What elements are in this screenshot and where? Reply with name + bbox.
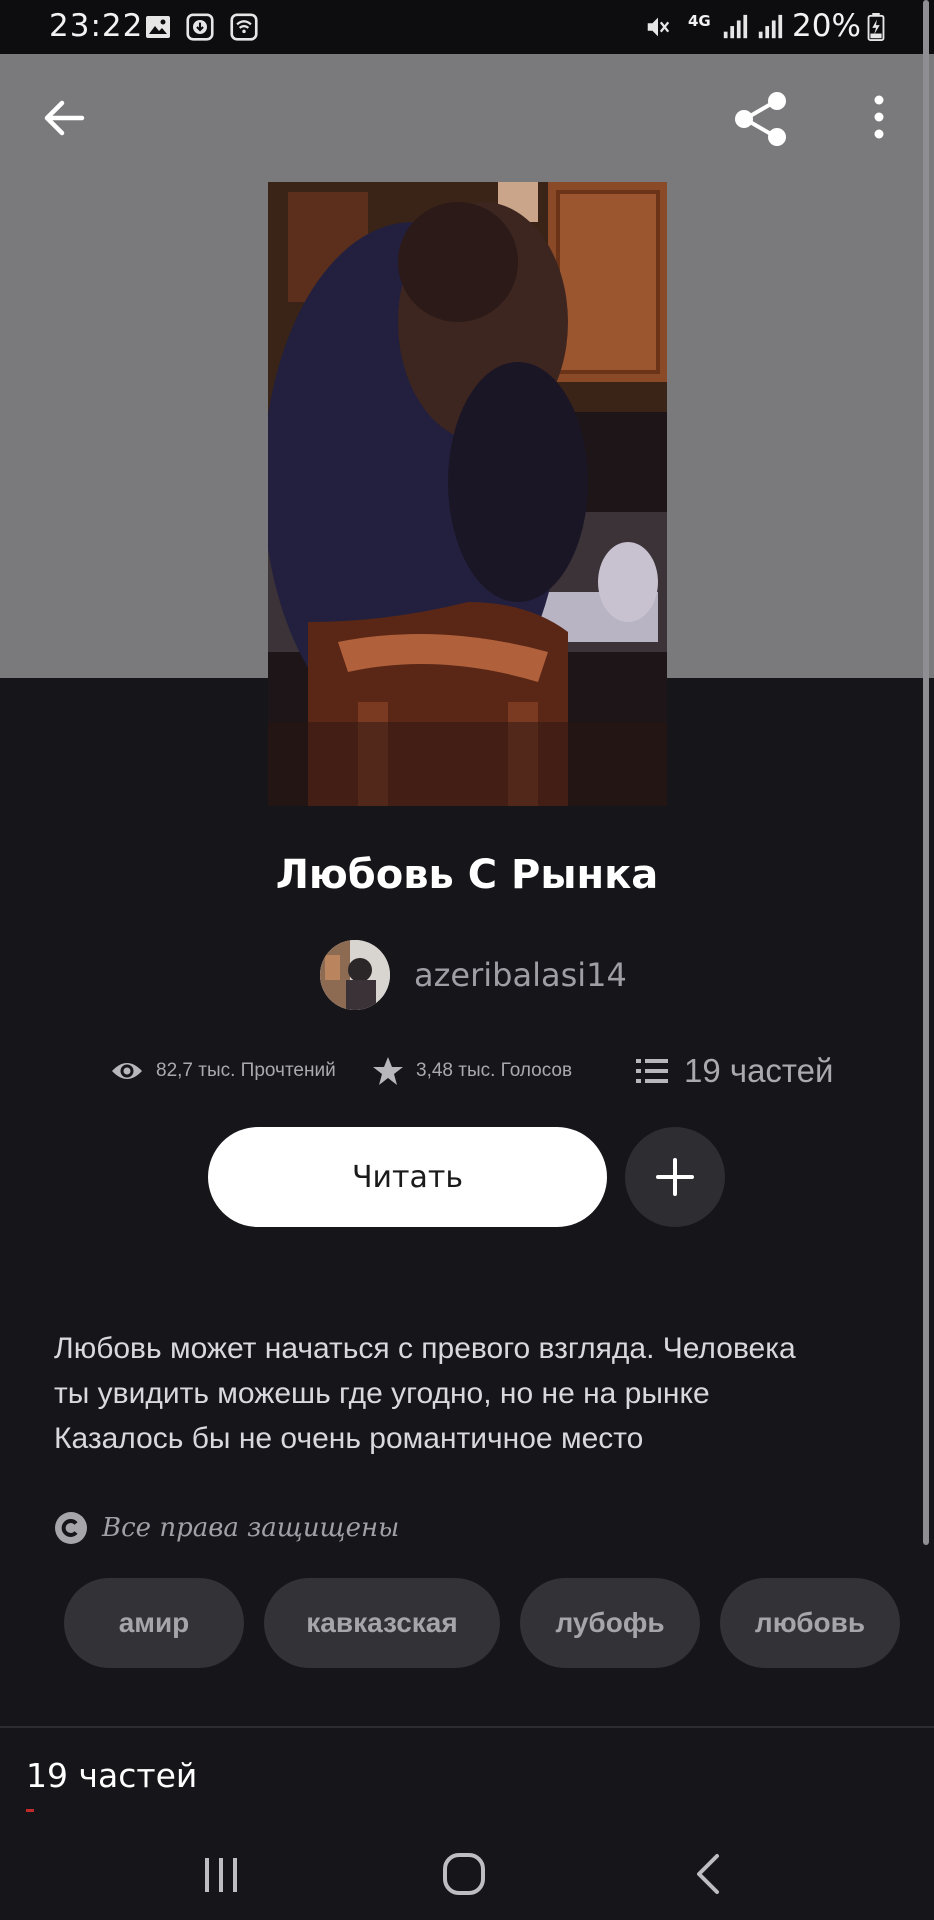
scrollbar[interactable] xyxy=(923,0,929,1545)
tags-list: амир кавказская лубофь любовь xyxy=(64,1578,934,1668)
status-bar: 23:22 4G 20% xyxy=(0,0,934,54)
author-link[interactable]: azeribalasi14 xyxy=(320,940,627,1010)
signal-icon xyxy=(723,14,748,39)
progress-indicator xyxy=(26,1809,34,1812)
more-vert-icon xyxy=(874,95,884,139)
copyright-text: Все права защищены xyxy=(102,1513,400,1543)
status-time: 23:22 xyxy=(49,8,144,44)
system-nav-bar xyxy=(0,1820,934,1920)
tag-chip[interactable]: любовь xyxy=(720,1578,900,1668)
wifi-icon xyxy=(230,13,258,41)
download-icon xyxy=(186,13,214,41)
home-button[interactable] xyxy=(434,1844,494,1904)
network-type: 4G xyxy=(688,12,711,30)
share-icon xyxy=(735,92,786,146)
parts-stat[interactable]: 19 частей xyxy=(636,1046,833,1096)
share-button[interactable] xyxy=(730,88,792,150)
reads-stat: 82,7 тыс. Прочтений xyxy=(110,1046,336,1096)
cover-illustration xyxy=(268,182,667,806)
description-line-1: Любовь может начаться с превого взгляда.… xyxy=(54,1332,796,1365)
author-avatar[interactable] xyxy=(320,940,390,1010)
list-icon xyxy=(636,1059,668,1083)
author-name[interactable]: azeribalasi14 xyxy=(414,956,627,994)
battery-charging-icon xyxy=(867,13,885,41)
recent-apps-icon xyxy=(205,1858,237,1892)
star-icon xyxy=(373,1057,403,1085)
recent-apps-button[interactable] xyxy=(191,1844,251,1904)
tag-chip[interactable]: кавказская xyxy=(264,1578,500,1668)
plus-icon xyxy=(656,1158,694,1196)
read-button[interactable]: Читать xyxy=(208,1127,607,1227)
tag-chip[interactable]: лубофь xyxy=(520,1578,700,1668)
story-title: Любовь С Рынка xyxy=(275,852,659,898)
more-options-button[interactable] xyxy=(860,92,898,144)
home-icon xyxy=(443,1853,485,1895)
avatar-image xyxy=(320,940,390,1010)
mute-icon xyxy=(647,17,670,37)
story-cover-image[interactable] xyxy=(268,182,667,806)
back-nav-icon xyxy=(697,1854,719,1894)
add-to-library-button[interactable] xyxy=(625,1127,725,1227)
parts-count: 19 частей xyxy=(684,1052,834,1089)
arrow-left-icon xyxy=(44,100,85,136)
eye-icon xyxy=(112,1063,142,1079)
battery-percent: 20% xyxy=(792,8,861,44)
copyright-row: Все права защищены xyxy=(54,1508,399,1548)
back-nav-button[interactable] xyxy=(678,1844,738,1904)
description-line-3: Казалось бы не очень романтичное место xyxy=(54,1422,644,1455)
signal-icon-2 xyxy=(758,14,783,39)
reads-count: 82,7 тыс. Прочтений xyxy=(156,1060,336,1081)
section-divider xyxy=(0,1726,934,1728)
tag-chip[interactable]: амир xyxy=(64,1578,244,1668)
story-stats: 82,7 тыс. Прочтений 3,48 тыс. Голосов 19… xyxy=(0,1046,934,1096)
story-description: Любовь может начаться с превого взгляда.… xyxy=(54,1326,884,1461)
gallery-icon xyxy=(146,16,170,38)
description-line-2: ты увидить можешь где угодно, но не на р… xyxy=(54,1377,710,1410)
votes-stat: 3,48 тыс. Голосов xyxy=(372,1046,572,1096)
copyright-icon xyxy=(55,1512,87,1544)
back-button[interactable] xyxy=(38,92,90,144)
votes-count: 3,48 тыс. Голосов xyxy=(416,1060,573,1081)
parts-section-title[interactable]: 19 частей xyxy=(26,1756,197,1795)
